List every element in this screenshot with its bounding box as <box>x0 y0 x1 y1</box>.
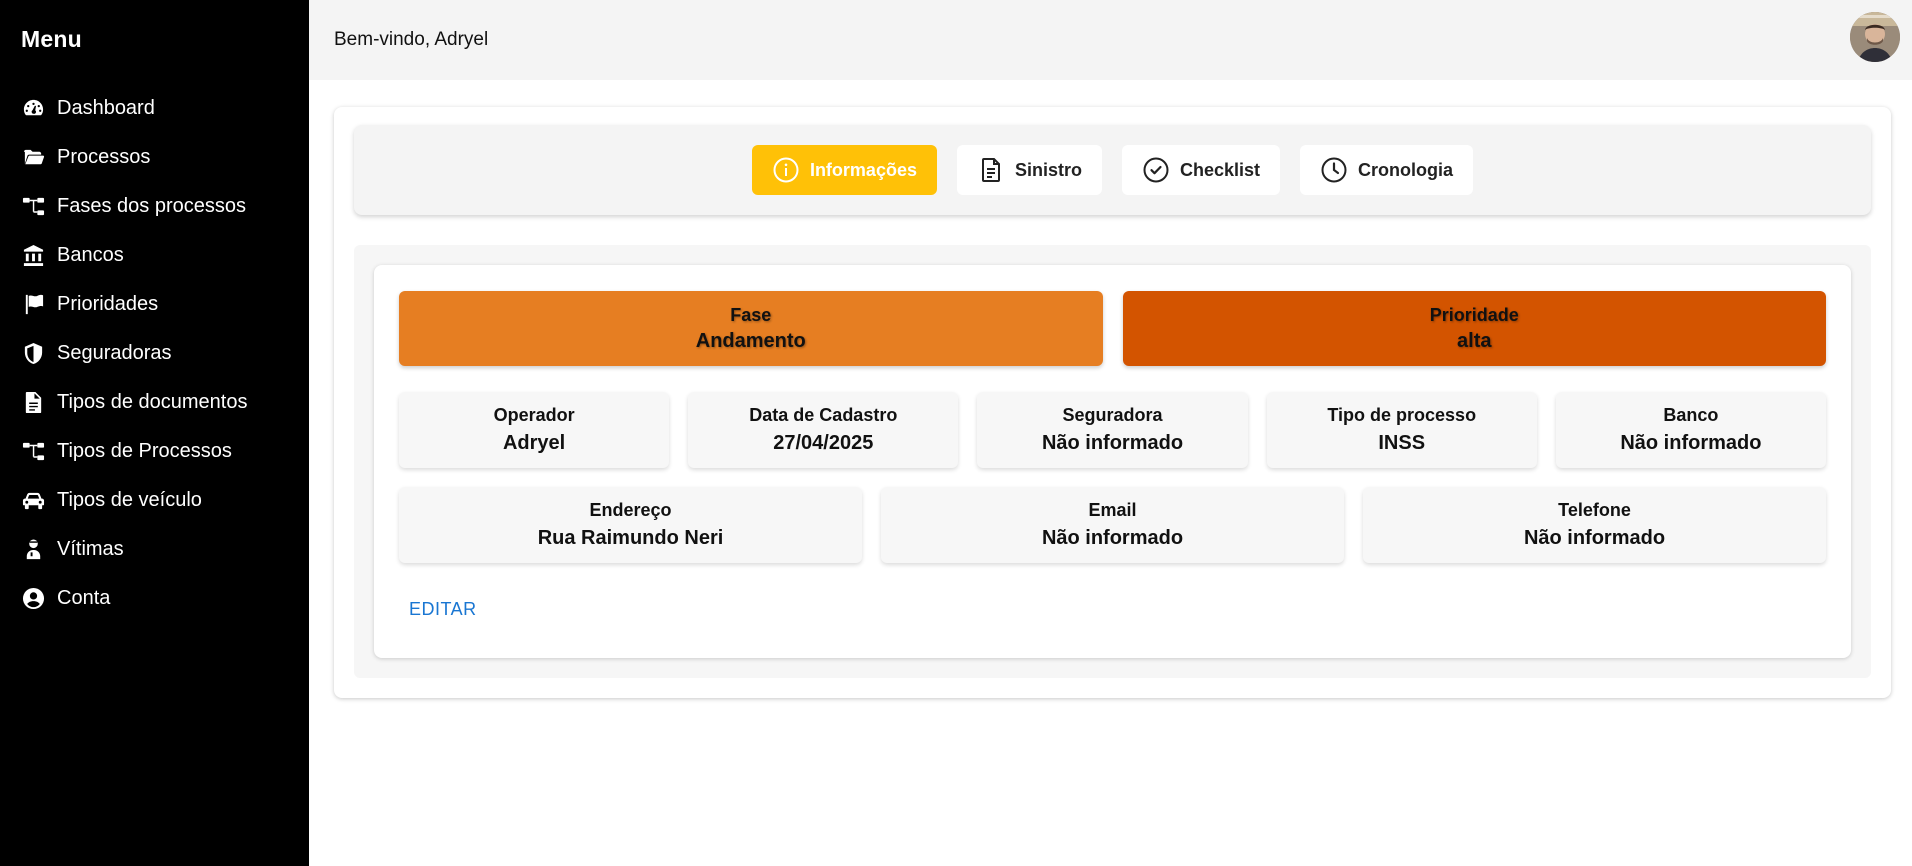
sidebar-item-bancos[interactable]: Bancos <box>0 231 309 280</box>
sidebar-title: Menu <box>21 26 82 52</box>
details-card: Fase Andamento Prioridade alta Operador … <box>374 265 1851 658</box>
sidebar-item-prioridades[interactable]: Prioridades <box>0 280 309 329</box>
field-label: Email <box>1088 500 1137 520</box>
details-panel: Fase Andamento Prioridade alta Operador … <box>354 245 1871 678</box>
info-icon <box>773 157 799 183</box>
flag-icon <box>21 292 46 317</box>
check-circle-icon <box>1143 157 1169 183</box>
tipo-processo-field: Tipo de processo INSS <box>1266 392 1537 468</box>
sidebar-item-tipos-processos[interactable]: Tipos de Processos <box>0 427 309 476</box>
sidebar: Menu Dashboard Processos Fases dos proce… <box>0 0 309 866</box>
sidebar-item-label: Dashboard <box>57 97 155 119</box>
user-circle-icon <box>21 586 46 611</box>
sidebar-item-processos[interactable]: Processos <box>0 133 309 182</box>
field-label: Telefone <box>1558 500 1631 520</box>
field-value: Não informado <box>1620 432 1762 454</box>
email-field: Email Não informado <box>881 487 1344 563</box>
sidebar-item-label: Tipos de documentos <box>57 391 248 413</box>
sidebar-item-label: Seguradoras <box>57 342 172 364</box>
top-header: Bem-vindo, Adryel <box>309 0 1912 80</box>
tabs-bar: Informações Sinistro Checklist Cronologi… <box>354 125 1871 215</box>
tab-list: Informações Sinistro Checklist Cronologi… <box>354 145 1871 195</box>
prioridade-label: Prioridade <box>1429 304 1519 325</box>
folder-open-icon <box>21 145 46 170</box>
tab-label: Checklist <box>1180 159 1261 180</box>
shield-icon <box>21 341 46 366</box>
info-row-1: Operador Adryel Data de Cadastro 27/04/2… <box>399 392 1827 468</box>
sidebar-item-label: Conta <box>57 587 111 609</box>
field-label: Endereço <box>589 500 672 520</box>
fase-label: Fase <box>730 304 772 325</box>
banco-field: Banco Não informado <box>1555 392 1827 468</box>
field-value: 27/04/2025 <box>773 432 874 454</box>
prioridade-value: alta <box>1457 329 1492 352</box>
sidebar-item-label: Vítimas <box>57 538 124 560</box>
tab-sinistro[interactable]: Sinistro <box>956 145 1102 195</box>
dashboard-icon <box>21 96 46 121</box>
sidebar-item-label: Fases dos processos <box>57 195 246 217</box>
app: Menu Dashboard Processos Fases dos proce… <box>0 0 1912 866</box>
endereco-field: Endereço Rua Raimundo Neri <box>399 487 862 563</box>
field-label: Banco <box>1663 405 1719 425</box>
field-value: Não informado <box>1041 527 1184 549</box>
seguradora-field: Seguradora Não informado <box>977 392 1248 468</box>
sidebar-item-label: Tipos de Processos <box>57 440 232 462</box>
sidebar-item-dashboard[interactable]: Dashboard <box>0 84 309 133</box>
fase-status-box: Fase Andamento <box>399 291 1103 366</box>
tab-checklist[interactable]: Checklist <box>1122 145 1281 195</box>
data-cadastro-field: Data de Cadastro 27/04/2025 <box>688 392 959 468</box>
user-injured-icon <box>21 537 46 562</box>
sitemap-icon <box>21 439 46 464</box>
telefone-field: Telefone Não informado <box>1363 487 1826 563</box>
clock-icon <box>1321 157 1347 183</box>
welcome-message: Bem-vindo, Adryel <box>334 29 489 50</box>
sidebar-menu: Dashboard Processos Fases dos processos … <box>0 84 309 623</box>
field-label: Operador <box>493 405 575 425</box>
fase-value: Andamento <box>695 329 806 352</box>
prioridade-status-box: Prioridade alta <box>1122 291 1826 366</box>
sidebar-item-seguradoras[interactable]: Seguradoras <box>0 329 309 378</box>
field-label: Data de Cadastro <box>749 405 898 425</box>
sidebar-item-vitimas[interactable]: Vítimas <box>0 525 309 574</box>
tab-cronologia[interactable]: Cronologia <box>1300 145 1474 195</box>
document-icon <box>21 390 46 415</box>
field-value: Não informado <box>1041 432 1184 454</box>
field-value: Adryel <box>502 432 566 454</box>
field-value: INSS <box>1378 432 1426 454</box>
status-row: Fase Andamento Prioridade alta <box>399 291 1826 366</box>
sitemap-icon <box>21 194 46 219</box>
car-icon <box>21 488 46 513</box>
edit-button[interactable]: EDITAR <box>409 599 477 620</box>
sidebar-item-fases[interactable]: Fases dos processos <box>0 182 309 231</box>
operador-field: Operador Adryel <box>399 392 670 468</box>
sidebar-item-conta[interactable]: Conta <box>0 574 309 623</box>
info-row-2: Endereço Rua Raimundo Neri Email Não inf… <box>399 487 1826 563</box>
field-value: Não informado <box>1523 527 1666 549</box>
document-icon <box>981 158 1000 182</box>
avatar[interactable] <box>1850 12 1900 62</box>
process-card: Informações Sinistro Checklist Cronologi… <box>334 107 1891 698</box>
tab-label: Cronologia <box>1358 159 1454 180</box>
tab-informacoes[interactable]: Informações <box>751 145 937 195</box>
sidebar-item-label: Processos <box>57 146 151 168</box>
field-label: Seguradora <box>1062 405 1163 425</box>
sidebar-item-tipos-documentos[interactable]: Tipos de documentos <box>0 378 309 427</box>
tab-label: Informações <box>809 159 917 180</box>
sidebar-item-label: Prioridades <box>57 293 159 315</box>
field-label: Tipo de processo <box>1327 405 1477 425</box>
bank-icon <box>21 243 46 268</box>
sidebar-item-label: Bancos <box>57 244 124 266</box>
tab-label: Sinistro <box>1014 159 1082 180</box>
sidebar-item-label: Tipos de veículo <box>57 489 202 511</box>
field-value: Rua Raimundo Neri <box>537 527 724 549</box>
sidebar-item-tipos-veiculo[interactable]: Tipos de veículo <box>0 476 309 525</box>
